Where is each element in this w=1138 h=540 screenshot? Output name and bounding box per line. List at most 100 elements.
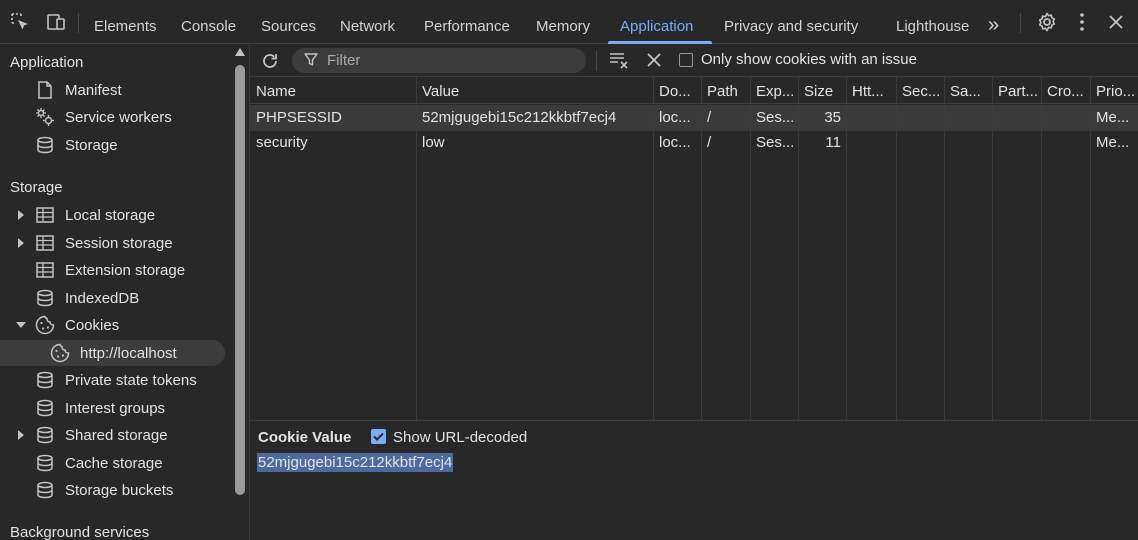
toolbar-divider [78, 13, 79, 33]
filter-input[interactable]: Filter [292, 48, 586, 73]
checkmark-icon [373, 432, 384, 441]
only-issues-label: Only show cookies with an issue [701, 51, 917, 68]
sidebar-item-session-storage[interactable]: Session storage [0, 230, 225, 256]
tab-network[interactable]: Network [340, 18, 395, 35]
sidebar-item-label: Extension storage [65, 261, 186, 279]
cell-name: security [256, 134, 308, 151]
sidebar-item-label: IndexedDB [65, 289, 140, 307]
cell-domain: loc... [659, 109, 691, 126]
column-header-size[interactable]: Size [804, 83, 833, 100]
sidebar-item-local-storage[interactable]: Local storage [0, 202, 225, 228]
toolbar-divider [596, 51, 597, 71]
sidebar-item-private-state-tokens[interactable]: Private state tokens [0, 367, 225, 393]
expand-arrow-icon[interactable] [16, 210, 26, 220]
sidebar-item-shared-storage[interactable]: Shared storage [0, 422, 225, 448]
sidebar-item-label: Session storage [65, 234, 173, 252]
filter-placeholder: Filter [327, 52, 361, 69]
sidebar-item-label: Shared storage [65, 426, 168, 444]
table-row[interactable]: PHPSESSID 52mjgugebi15c212kkbtf7ecj4 loc… [250, 105, 1138, 131]
column-divider[interactable] [750, 77, 751, 421]
more-options-icon[interactable] [1070, 10, 1094, 34]
settings-gear-icon[interactable] [1035, 10, 1059, 34]
sidebar-item-cookies-localhost[interactable]: http://localhost [0, 340, 225, 366]
clear-all-cookies-icon[interactable] [607, 48, 631, 72]
document-icon [35, 80, 55, 100]
cell-domain: loc... [659, 134, 691, 151]
column-divider[interactable] [944, 77, 945, 421]
column-header-domain[interactable]: Do... [659, 83, 691, 100]
tab-application[interactable]: Application [620, 18, 693, 35]
column-header-httponly[interactable]: Htt... [852, 83, 884, 100]
column-divider[interactable] [896, 77, 897, 421]
url-decoded-checkbox[interactable] [371, 429, 386, 444]
tab-memory[interactable]: Memory [536, 18, 590, 35]
cookie-value-text[interactable]: 52mjgugebi15c212kkbtf7ecj4 [257, 453, 454, 472]
toolbar-divider [1020, 13, 1021, 33]
sidebar-header-application: Application [10, 54, 84, 71]
delete-selected-icon[interactable] [642, 48, 666, 72]
column-divider[interactable] [653, 77, 654, 421]
column-divider[interactable] [992, 77, 993, 421]
cell-value: 52mjgugebi15c212kkbtf7ecj4 [422, 109, 617, 126]
tab-console[interactable]: Console [181, 18, 236, 35]
table-icon [35, 205, 55, 225]
sidebar-item-label: Storage [65, 136, 118, 154]
sidebar-item-indexeddb[interactable]: IndexedDB [0, 285, 225, 311]
sidebar-item-extension-storage[interactable]: Extension storage [0, 257, 225, 283]
sidebar-item-label: Service workers [65, 108, 172, 126]
cell-expires: Ses... [756, 134, 795, 151]
cell-expires: Ses... [756, 109, 795, 126]
column-divider[interactable] [846, 77, 847, 421]
column-header-samesite[interactable]: Sa... [950, 83, 981, 100]
database-icon [35, 425, 55, 445]
sidebar-scrollbar[interactable] [232, 45, 248, 540]
active-tab-indicator [608, 41, 712, 44]
cookie-icon [50, 343, 70, 363]
sidebar-item-cookies[interactable]: Cookies [0, 312, 225, 338]
sidebar-item-label: Storage buckets [65, 481, 174, 499]
sidebar-item-manifest[interactable]: Manifest [0, 77, 225, 103]
scroll-up-arrow-icon[interactable] [235, 48, 245, 56]
column-header-name[interactable]: Name [256, 83, 296, 100]
scrollbar-thumb[interactable] [235, 65, 245, 495]
sidebar-item-label: Private state tokens [65, 371, 197, 389]
sidebar-item-storage-buckets[interactable]: Storage buckets [0, 477, 225, 503]
device-toolbar-icon[interactable] [44, 10, 68, 34]
refresh-icon[interactable] [258, 49, 282, 73]
column-divider[interactable] [701, 77, 702, 421]
sidebar-item-service-workers[interactable]: Service workers [0, 104, 225, 130]
tab-elements[interactable]: Elements [94, 18, 157, 35]
sidebar-item-storage-overview[interactable]: Storage [0, 132, 225, 158]
close-devtools-icon[interactable] [1104, 10, 1128, 34]
collapse-arrow-icon[interactable] [16, 320, 26, 330]
expand-arrow-icon[interactable] [16, 430, 26, 440]
column-divider[interactable] [1090, 77, 1091, 421]
tab-lighthouse[interactable]: Lighthouse [896, 18, 969, 35]
table-row[interactable]: security low loc... / Ses... 11 Me... [250, 130, 1138, 156]
database-icon [35, 480, 55, 500]
more-tabs-button[interactable]: » [988, 14, 999, 37]
only-issues-checkbox[interactable] [679, 53, 693, 67]
column-divider[interactable] [798, 77, 799, 421]
column-header-secure[interactable]: Sec... [902, 83, 940, 100]
column-header-value[interactable]: Value [422, 83, 459, 100]
inspect-element-icon[interactable] [8, 10, 32, 34]
filter-icon [304, 53, 318, 70]
sidebar-item-cache-storage[interactable]: Cache storage [0, 450, 225, 476]
column-header-expires[interactable]: Exp... [756, 83, 794, 100]
column-header-partition-key[interactable]: Part... [998, 83, 1038, 100]
tab-sources[interactable]: Sources [261, 18, 316, 35]
database-icon [35, 288, 55, 308]
database-icon [35, 453, 55, 473]
column-divider[interactable] [416, 77, 417, 421]
devtools-toolbar: Elements Console Sources Network Perform… [0, 0, 1138, 44]
sidebar-item-interest-groups[interactable]: Interest groups [0, 395, 225, 421]
tab-privacy-and-security[interactable]: Privacy and security [724, 18, 858, 35]
column-header-path[interactable]: Path [707, 83, 738, 100]
column-header-priority[interactable]: Prio... [1096, 83, 1135, 100]
tab-performance[interactable]: Performance [424, 18, 510, 35]
column-header-cross-site[interactable]: Cro... [1047, 83, 1084, 100]
column-divider[interactable] [1041, 77, 1042, 421]
expand-arrow-icon[interactable] [16, 238, 26, 248]
cell-size: 35 [824, 109, 841, 126]
